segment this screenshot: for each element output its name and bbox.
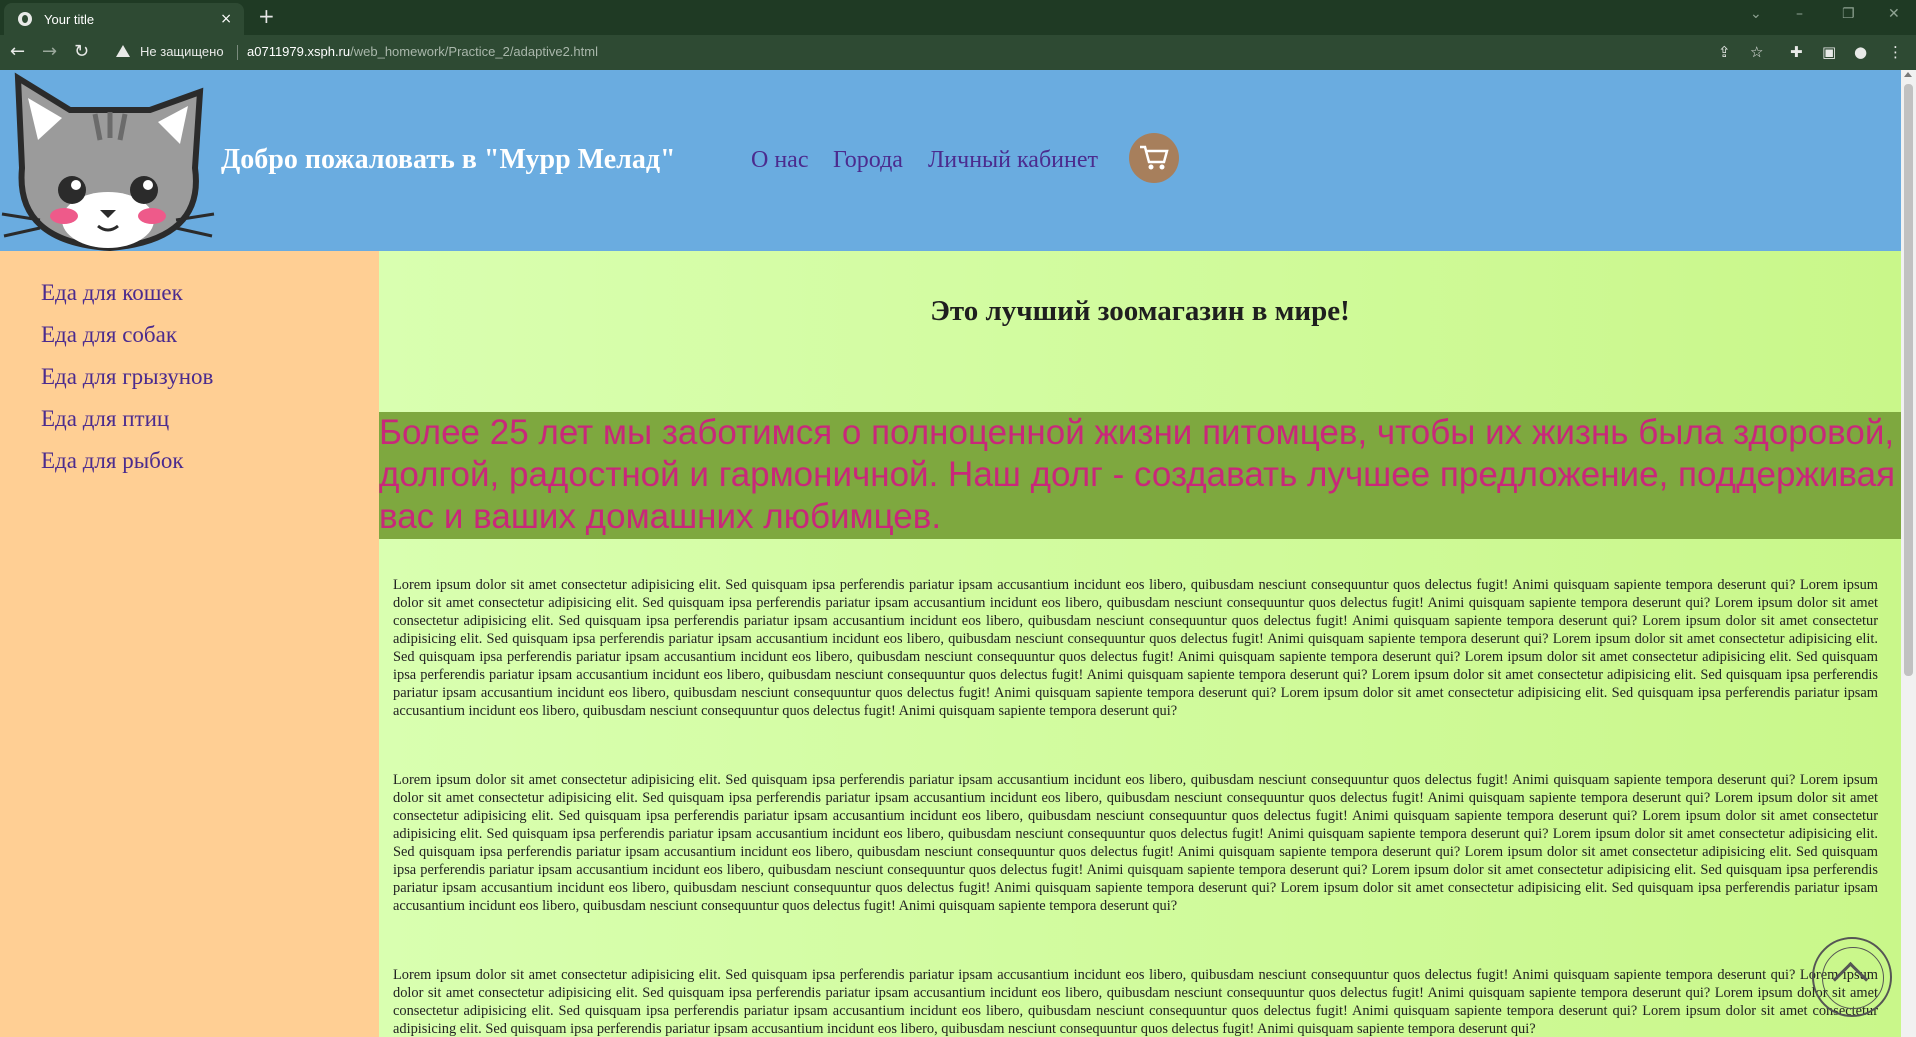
minimize-icon[interactable]: – — [1796, 6, 1803, 22]
restore-icon[interactable]: ❐ — [1842, 6, 1855, 22]
main-heading: Это лучший зоомагазин в мире! — [930, 295, 1350, 327]
promo-banner: Более 25 лет мы заботимся о полноценной … — [379, 412, 1901, 539]
site-header: Добро пожаловать в "Мурр Мелад" О нас Го… — [0, 70, 1901, 251]
sidebar-item-cats[interactable]: Еда для кошек — [41, 280, 183, 306]
cart-icon — [1140, 145, 1169, 170]
profile-icon[interactable]: ● — [1854, 43, 1867, 61]
close-icon[interactable]: × — [220, 11, 232, 27]
globe-icon — [18, 12, 32, 26]
cart-button[interactable] — [1129, 133, 1179, 183]
sidebar-item-birds[interactable]: Еда для птиц — [41, 406, 169, 432]
sidebar-item-rodents[interactable]: Еда для грызунов — [41, 364, 213, 390]
nav-link-about[interactable]: О нас — [751, 147, 808, 174]
side-panel-icon[interactable]: ▣ — [1822, 43, 1836, 61]
url-path: /web_homework/Practice_2/adaptive2.html — [350, 44, 598, 59]
back-icon[interactable]: ← — [10, 41, 25, 62]
scroll-up-icon[interactable] — [1904, 72, 1912, 77]
banner-text: Более 25 лет мы заботимся о полноценной … — [379, 413, 1896, 536]
address-bar[interactable]: a0711979.xsph.ru/web_homework/Practice_2… — [247, 44, 598, 59]
warning-icon[interactable] — [116, 45, 130, 57]
window-close-icon[interactable]: ✕ — [1888, 6, 1900, 22]
page-scrollbar[interactable] — [1901, 70, 1916, 1037]
sidebar: Еда для кошек Еда для собак Еда для грыз… — [0, 251, 379, 1037]
url-separator — [237, 45, 238, 60]
back-to-top-button[interactable] — [1812, 937, 1892, 1017]
extensions-icon[interactable]: ✚ — [1790, 43, 1803, 61]
sidebar-item-fish[interactable]: Еда для рыбок — [41, 448, 184, 474]
scrollbar-thumb[interactable] — [1904, 84, 1913, 676]
browser-toolbar: ← → ↻ Не защищено a0711979.xsph.ru/web_h… — [0, 35, 1916, 70]
tab-title: Your title — [44, 11, 95, 27]
content-paragraph: Lorem ipsum dolor sit amet consectetur a… — [393, 967, 1878, 1037]
url-domain: a0711979.xsph.ru — [247, 44, 351, 59]
cat-logo — [1, 72, 215, 251]
forward-icon[interactable]: → — [42, 41, 57, 62]
browser-tab[interactable]: Your title × — [4, 3, 244, 35]
new-tab-button[interactable]: + — [258, 4, 275, 28]
content-paragraph: Lorem ipsum dolor sit amet consectetur a… — [393, 772, 1878, 914]
chevron-down-icon[interactable]: ⌄ — [1750, 6, 1762, 22]
nav-link-account[interactable]: Личный кабинет — [928, 147, 1098, 174]
security-status[interactable]: Не защищено — [140, 44, 224, 59]
site-title: Добро пожаловать в "Мурр Мелад" — [221, 144, 676, 175]
share-icon[interactable]: ⇪ — [1718, 43, 1731, 61]
menu-icon[interactable]: ⋮ — [1888, 43, 1903, 61]
content-paragraph: Lorem ipsum dolor sit amet consectetur a… — [393, 577, 1878, 719]
reload-icon[interactable]: ↻ — [74, 41, 89, 62]
main-content: Это лучший зоомагазин в мире! Более 25 л… — [379, 251, 1901, 1037]
browser-tab-bar: Your title × + ⌄ – ❐ ✕ — [0, 0, 1916, 35]
nav-link-cities[interactable]: Города — [833, 147, 903, 174]
bookmark-star-icon[interactable]: ☆ — [1750, 43, 1763, 61]
sidebar-item-dogs[interactable]: Еда для собак — [41, 322, 177, 348]
